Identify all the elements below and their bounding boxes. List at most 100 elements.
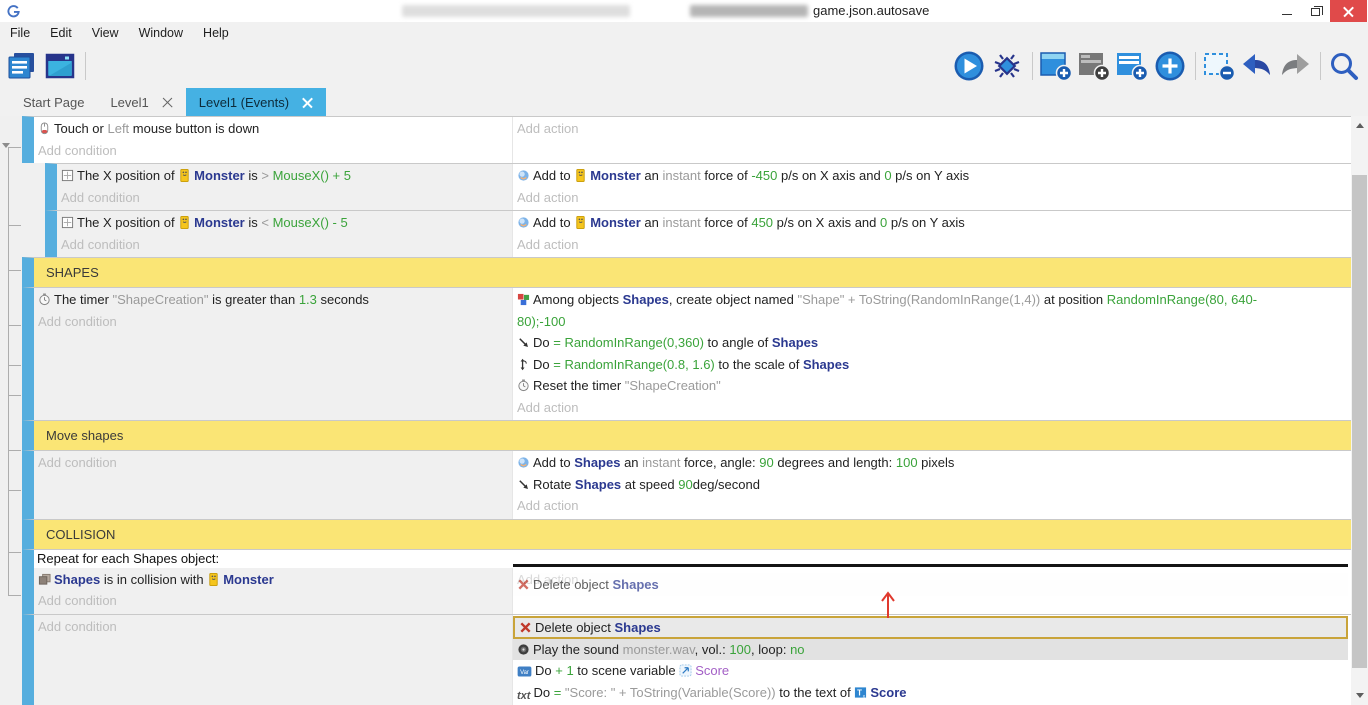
text-segment: Do bbox=[533, 685, 553, 700]
action-row[interactable]: Add to Monster an instant force of -450 … bbox=[513, 165, 1351, 187]
actions-cell[interactable]: Delete object ShapesPlay the sound monst… bbox=[512, 615, 1351, 705]
add-action-placeholder[interactable]: Add action bbox=[513, 495, 1351, 517]
action-row[interactable]: Do = RandomInRange(0,360) to angle of Sh… bbox=[513, 332, 1351, 354]
drop-indicator bbox=[513, 564, 1348, 567]
toolbar-undo-button[interactable] bbox=[1239, 47, 1277, 85]
conditions-cell[interactable]: The timer "ShapeCreation" is greater tha… bbox=[34, 288, 512, 420]
menu-edit[interactable]: Edit bbox=[40, 22, 82, 44]
condition-row[interactable]: Touch or Left mouse button is down bbox=[34, 118, 512, 140]
action-row[interactable]: Among objects Shapes, create object name… bbox=[513, 289, 1351, 332]
text-segment: 90 bbox=[678, 477, 692, 492]
toolbar-deselect-button[interactable] bbox=[1201, 47, 1239, 85]
action-row[interactable]: Reset the timer "ShapeCreation" bbox=[513, 375, 1351, 397]
toolbar-scene-editor-button[interactable] bbox=[42, 47, 80, 85]
conditions-cell[interactable]: Add condition bbox=[34, 615, 512, 705]
text-segment: Play the sound bbox=[533, 642, 623, 657]
toolbar-add-circle-button[interactable] bbox=[1152, 47, 1190, 85]
angle-icon bbox=[517, 478, 530, 491]
event: Touch or Left mouse button is downAdd co… bbox=[22, 116, 1351, 163]
toolbar-search-button[interactable] bbox=[1326, 47, 1364, 85]
text-segment: = RandomInRange(0.8, 1.6) bbox=[553, 357, 715, 372]
add-condition-placeholder[interactable]: Add condition bbox=[34, 590, 512, 612]
actions-cell[interactable]: Add to Monster an instant force of 450 p… bbox=[512, 211, 1351, 257]
text-segment: Add action bbox=[517, 400, 578, 415]
conditions-cell[interactable]: The X position of Monster is < MouseX() … bbox=[57, 211, 512, 257]
toolbar-debug-button[interactable] bbox=[989, 47, 1027, 85]
comment-event[interactable]: COLLISION bbox=[22, 519, 1351, 549]
actions-cell[interactable]: Add action bbox=[512, 117, 1351, 163]
actions-cell[interactable]: Add to Monster an instant force of -450 … bbox=[512, 164, 1351, 210]
add-condition-placeholder[interactable]: Add condition bbox=[34, 140, 512, 162]
menu-help[interactable]: Help bbox=[193, 22, 239, 44]
redacted-title-segment bbox=[402, 5, 630, 17]
toolbar-open-project-list-button[interactable] bbox=[4, 47, 42, 85]
conditions-cell[interactable]: The X position of Monster is > MouseX() … bbox=[57, 164, 512, 210]
action-row[interactable]: txtDo = "Score: " + ToString(Variable(Sc… bbox=[513, 682, 1351, 704]
scroll-down-button[interactable] bbox=[1351, 688, 1368, 703]
text-segment: Shapes bbox=[803, 357, 849, 372]
condition-row[interactable]: Shapes is in collision with Monster bbox=[34, 569, 512, 591]
tab-close-icon[interactable] bbox=[162, 97, 173, 108]
toolbar-add-event-button[interactable] bbox=[1038, 47, 1076, 85]
close-icon bbox=[1343, 6, 1354, 17]
menu-view[interactable]: View bbox=[82, 22, 129, 44]
action-row[interactable]: VarDo + 1 to scene variable Score bbox=[513, 660, 1351, 682]
add-condition-placeholder[interactable]: Add condition bbox=[57, 187, 512, 209]
action-row[interactable]: Play the sound monster.wav, vol.: 100, l… bbox=[513, 639, 1348, 661]
add-action-placeholder[interactable]: Add action bbox=[513, 234, 1351, 256]
condition-row[interactable]: The X position of Monster is > MouseX() … bbox=[57, 165, 512, 187]
minimize-button[interactable] bbox=[1272, 0, 1301, 22]
add-condition-placeholder[interactable]: Add condition bbox=[34, 616, 512, 638]
toolbar-play-button[interactable] bbox=[951, 47, 989, 85]
add-action-placeholder[interactable]: Add action bbox=[513, 187, 1351, 209]
close-button[interactable] bbox=[1330, 0, 1367, 22]
comment-event[interactable]: Move shapes bbox=[22, 420, 1351, 450]
scroll-up-button[interactable] bbox=[1351, 118, 1368, 133]
add-action-placeholder[interactable]: Add action bbox=[513, 118, 1351, 140]
conditions-cell[interactable]: Add condition bbox=[34, 451, 512, 519]
text-segment: 100 bbox=[729, 642, 751, 657]
text-segment: Monster bbox=[194, 168, 245, 183]
text-segment: Shapes bbox=[623, 292, 669, 307]
text-segment: 100 bbox=[896, 455, 918, 470]
actions-cell[interactable]: Add actionDelete object Shapes bbox=[512, 568, 1351, 614]
actions-cell[interactable]: Among objects Shapes, create object name… bbox=[512, 288, 1351, 420]
tab-level1[interactable]: Level1 bbox=[97, 88, 185, 116]
toolbar-add-subevent-button[interactable] bbox=[1114, 47, 1152, 85]
restore-button[interactable] bbox=[1301, 0, 1330, 22]
conditions-cell[interactable]: Touch or Left mouse button is downAdd co… bbox=[34, 117, 512, 163]
delete-icon bbox=[519, 621, 532, 634]
vertical-scrollbar[interactable] bbox=[1351, 116, 1368, 705]
actions-cell[interactable]: Add to Shapes an instant force, angle: 9… bbox=[512, 451, 1351, 519]
add-condition-placeholder[interactable]: Add condition bbox=[34, 311, 512, 333]
text-segment: Rotate bbox=[533, 477, 575, 492]
text-segment: = bbox=[554, 685, 565, 700]
text-segment: to angle of bbox=[704, 335, 772, 350]
action-row[interactable]: Delete object Shapes bbox=[513, 616, 1348, 639]
comment-event[interactable]: SHAPES bbox=[22, 257, 1351, 287]
scrollbar-thumb[interactable] bbox=[1352, 175, 1367, 668]
add-action-placeholder[interactable]: Add action bbox=[513, 397, 1351, 419]
tab-start-page[interactable]: Start Page bbox=[10, 88, 97, 116]
tab-level1-events[interactable]: Level1 (Events) bbox=[186, 88, 326, 116]
toolbar-add-comment-button[interactable] bbox=[1076, 47, 1114, 85]
condition-row[interactable]: The X position of Monster is < MouseX() … bbox=[57, 212, 512, 234]
condition-row[interactable]: The timer "ShapeCreation" is greater tha… bbox=[34, 289, 512, 311]
text-segment: + 1 bbox=[555, 663, 573, 678]
add-condition-placeholder[interactable]: Add condition bbox=[34, 452, 512, 474]
menu-window[interactable]: Window bbox=[129, 22, 193, 44]
add-action-placeholder[interactable]: Add action bbox=[513, 569, 1351, 591]
action-row[interactable]: Add to Monster an instant force of 450 p… bbox=[513, 212, 1351, 234]
conditions-cell[interactable]: Shapes is in collision with MonsterAdd c… bbox=[34, 568, 512, 614]
text-segment: p/s on Y axis bbox=[892, 168, 970, 183]
toolbar-right-group bbox=[951, 47, 1364, 85]
toolbar-redo-button[interactable] bbox=[1277, 47, 1315, 85]
action-row[interactable]: Add to Shapes an instant force, angle: 9… bbox=[513, 452, 1351, 474]
event: Add conditionAdd to Shapes an instant fo… bbox=[22, 450, 1351, 519]
action-row[interactable]: Rotate Shapes at speed 90deg/second bbox=[513, 474, 1351, 496]
menu-file[interactable]: File bbox=[0, 22, 40, 44]
text-segment: Add action bbox=[517, 190, 578, 205]
add-condition-placeholder[interactable]: Add condition bbox=[57, 234, 512, 256]
tab-close-icon[interactable] bbox=[302, 97, 313, 108]
action-row[interactable]: Do = RandomInRange(0.8, 1.6) to the scal… bbox=[513, 354, 1351, 376]
